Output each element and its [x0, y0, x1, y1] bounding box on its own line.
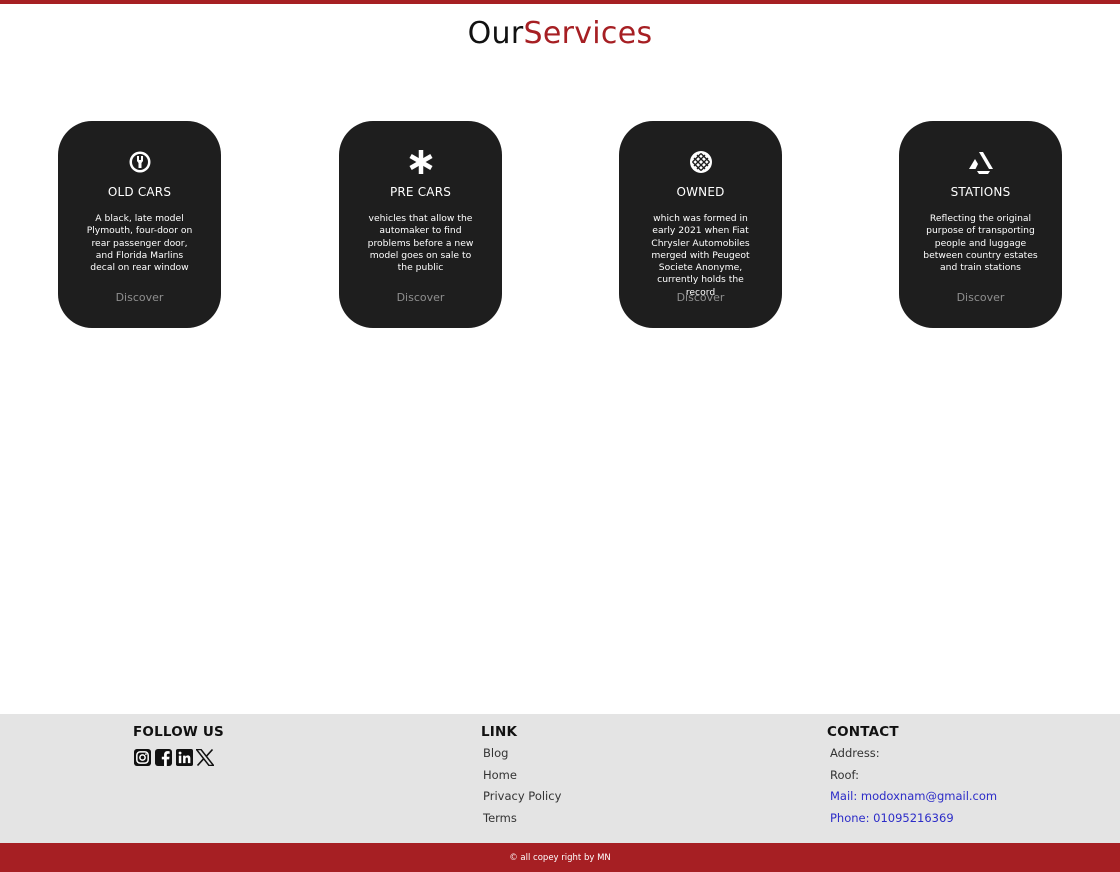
x-twitter-icon[interactable]: [196, 748, 214, 766]
footer: FOLLOW US LINK Blog Home Privacy Policy …: [0, 714, 1120, 843]
linkedin-icon[interactable]: [175, 748, 193, 766]
page-title-part-2: Services: [523, 16, 653, 51]
card-description: which was formed in early 2021 when Fiat…: [651, 213, 750, 298]
service-card-stations: STATIONS Reflecting the original purpose…: [899, 121, 1062, 328]
discover-link[interactable]: Discover: [58, 291, 221, 304]
card-title: PRE CARS: [389, 185, 452, 199]
asterisk-icon: [339, 149, 502, 175]
footer-link-terms[interactable]: Terms: [483, 811, 561, 833]
contact-mail[interactable]: Mail: modoxnam@gmail.com: [830, 789, 997, 811]
artstation-icon: [899, 149, 1062, 175]
card-title: STATIONS: [950, 185, 1011, 199]
service-card-old-cars: OLD CARS A black, late model Plymouth, f…: [58, 121, 221, 328]
footer-link-blog[interactable]: Blog: [483, 746, 561, 768]
contact-list: Address: Roof: Mail: modoxnam@gmail.com …: [830, 746, 997, 832]
contact-roof: Roof:: [830, 767, 860, 782]
footer-link-privacy-policy[interactable]: Privacy Policy: [483, 789, 561, 811]
copyright-text: © all copey right by MN: [509, 853, 611, 863]
link-heading: LINK: [481, 724, 518, 740]
follow-us-heading: FOLLOW US: [133, 724, 224, 740]
discover-link[interactable]: Discover: [899, 291, 1062, 304]
top-accent-bar: [0, 0, 1120, 4]
card-description: vehicles that allow the automaker to fin…: [367, 213, 474, 274]
card-title: OWNED: [676, 185, 725, 199]
instagram-icon[interactable]: [133, 748, 151, 766]
contact-heading: CONTACT: [827, 724, 899, 740]
card-description: Reflecting the original purpose of trans…: [923, 213, 1038, 274]
card-description: A black, late model Plymouth, four-door …: [86, 213, 193, 274]
footer-link-home[interactable]: Home: [483, 768, 561, 790]
discover-link[interactable]: Discover: [619, 291, 782, 304]
service-card-pre-cars: PRE CARS vehicles that allow the automak…: [339, 121, 502, 328]
discover-link[interactable]: Discover: [339, 291, 502, 304]
copyright-bar: © all copey right by MN: [0, 843, 1120, 872]
page-title: OurServices: [0, 16, 1120, 51]
service-card-owned: OWNED which was formed in early 2021 whe…: [619, 121, 782, 328]
old-cars-icon: [58, 149, 221, 175]
page-title-part-1: Our: [467, 16, 524, 51]
contact-phone[interactable]: Phone: 01095216369: [830, 811, 997, 833]
contact-address: Address:: [830, 746, 880, 760]
footer-link-list: Blog Home Privacy Policy Terms: [483, 746, 561, 832]
social-links: [133, 748, 214, 766]
facebook-icon[interactable]: [154, 748, 172, 766]
grid-globe-icon: [619, 149, 782, 175]
card-title: OLD CARS: [107, 185, 172, 199]
